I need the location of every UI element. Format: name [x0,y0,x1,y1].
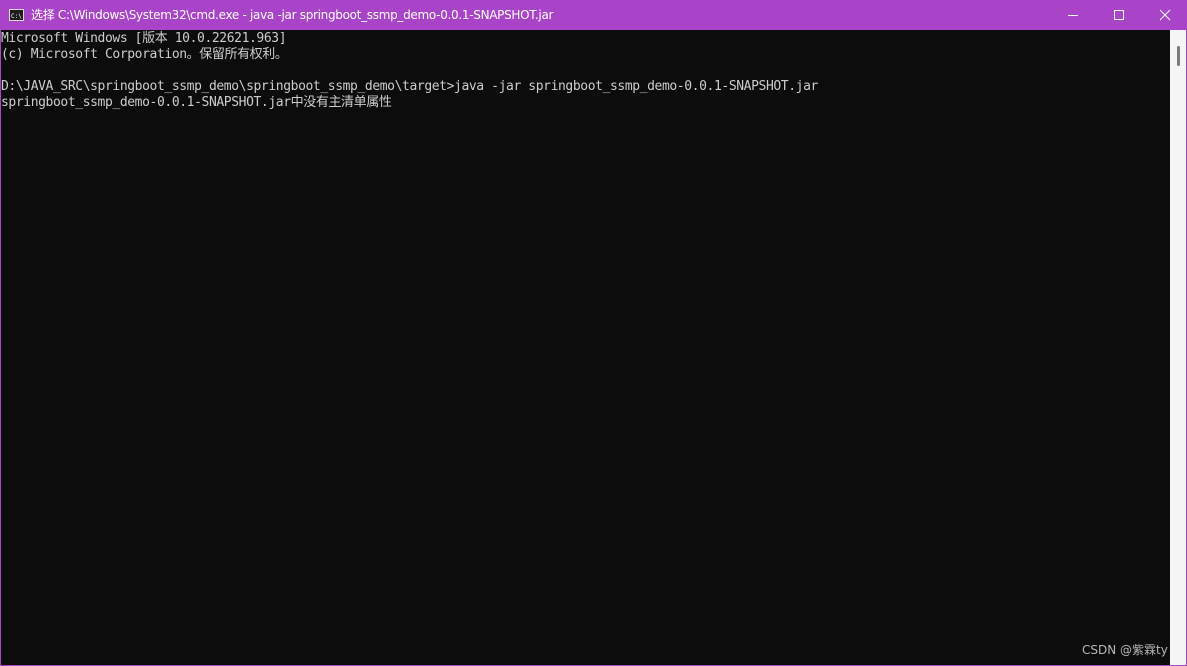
cmd-app-icon[interactable]: C:\ [9,9,24,21]
console-line-copyright: (c) Microsoft Corporation。保留所有权利。 [1,47,288,62]
maximize-button[interactable] [1096,1,1142,30]
scrollbar-thumb[interactable] [1177,46,1180,66]
minimize-button[interactable] [1050,1,1096,30]
console-line-version: Microsoft Windows [版本 10.0.22621.963] [1,31,287,46]
console-line-error: springboot_ssmp_demo-0.0.1-SNAPSHOT.jar中… [1,95,392,110]
console-output[interactable]: Microsoft Windows [版本 10.0.22621.963] (c… [1,30,1169,665]
title-bar[interactable]: C:\ 选择 C:\Windows\System32\cmd.exe - jav… [1,1,1186,30]
csdn-watermark: CSDN @紫霖ty [1082,643,1168,657]
close-icon [1159,9,1171,21]
maximize-icon [1114,10,1124,20]
cmd-window: C:\ 选择 C:\Windows\System32\cmd.exe - jav… [0,0,1187,666]
window-title: 选择 C:\Windows\System32\cmd.exe - java -j… [31,8,554,22]
console-line-command: D:\JAVA_SRC\springboot_ssmp_demo\springb… [1,79,818,94]
vertical-scrollbar[interactable] [1170,30,1186,665]
minimize-icon [1068,15,1078,16]
svg-text:C:\: C:\ [11,13,22,20]
close-button[interactable] [1142,1,1187,30]
